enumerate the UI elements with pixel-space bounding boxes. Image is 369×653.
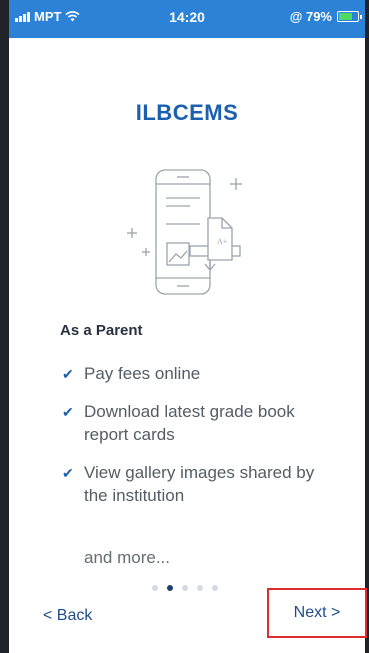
next-button[interactable]: Next >: [267, 588, 367, 638]
check-icon: ✔: [62, 465, 74, 481]
more-text: and more...: [84, 548, 170, 567]
page-dot[interactable]: [211, 585, 218, 591]
feature-text: Pay fees online: [84, 364, 201, 383]
app-title: ILBCEMS: [135, 100, 239, 125]
battery-percentage: @ 79%: [289, 9, 332, 24]
status-bar: MPT 14:20 @ 79%: [9, 0, 365, 38]
device-frame-right: [365, 0, 369, 653]
device-frame-left: [0, 0, 9, 653]
page-dot[interactable]: [151, 585, 158, 591]
role-heading: As a Parent: [60, 322, 143, 339]
feature-list: ✔ Pay fees online ✔ Download latest grad…: [62, 362, 332, 522]
feature-text: View gallery images shared by the instit…: [84, 463, 315, 505]
check-icon: ✔: [62, 404, 74, 420]
page-dot[interactable]: [166, 585, 173, 591]
check-icon: ✔: [62, 366, 74, 382]
list-item: ✔ Pay fees online: [62, 362, 332, 385]
phone-document-illustration-icon: A+: [127, 169, 242, 295]
list-item: ✔ Download latest grade book report card…: [62, 400, 332, 446]
battery-icon: [337, 11, 362, 22]
page-dot[interactable]: [196, 585, 203, 591]
page-dot[interactable]: [181, 585, 188, 591]
svg-text:A+: A+: [217, 237, 228, 246]
back-button[interactable]: < Back: [43, 607, 92, 625]
feature-text: Download latest grade book report cards: [84, 402, 295, 444]
list-item: ✔ View gallery images shared by the inst…: [62, 461, 332, 507]
